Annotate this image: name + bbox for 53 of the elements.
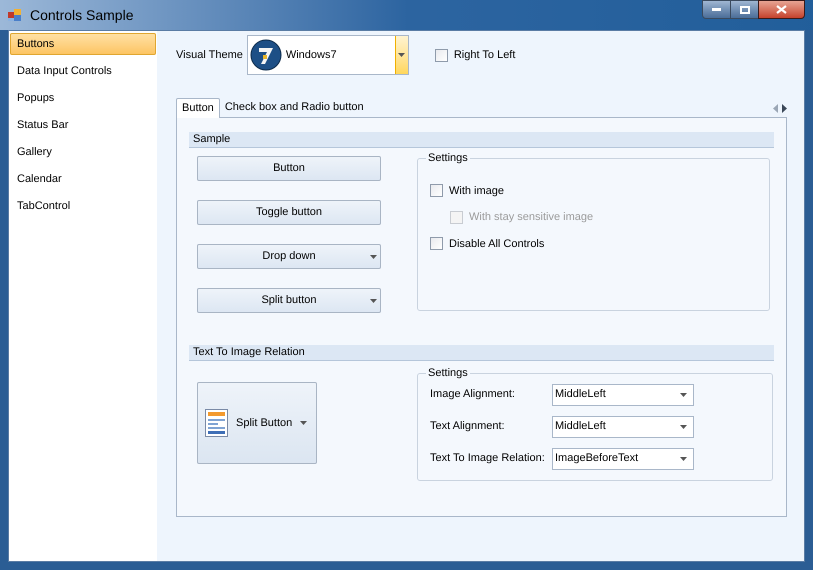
checkbox[interactable] — [430, 237, 443, 250]
dropdown-arrow-button[interactable] — [394, 36, 408, 74]
field-label: Image Alignment: — [430, 387, 516, 402]
sidebar-item[interactable]: Buttons — [10, 33, 156, 55]
field-label: Text To Image Relation: — [430, 451, 546, 466]
window-title: Controls Sample — [30, 6, 134, 25]
checkbox-label: With image — [449, 184, 504, 198]
caret-icon — [680, 424, 687, 428]
sidebar-item[interactable]: Status Bar — [10, 114, 156, 136]
app-icon — [8, 8, 22, 22]
scroll-right-icon[interactable] — [782, 104, 787, 113]
sample-button[interactable]: Toggle button — [197, 200, 381, 225]
checkbox-label: Disable All Controls — [449, 236, 544, 252]
logo-icon — [250, 39, 282, 71]
dropdown-field[interactable]: ImageBeforeText — [552, 448, 694, 470]
sidebar-item[interactable]: Popups — [10, 87, 156, 109]
maximize-button[interactable] — [731, 0, 758, 19]
sidebar-item[interactable]: TabControl — [10, 195, 156, 217]
checkbox-label: Right To Left — [454, 48, 516, 63]
sample-button[interactable]: Button — [197, 156, 381, 181]
theme-dropdown[interactable]: Windows7 — [246, 35, 409, 75]
caret-icon — [300, 421, 308, 425]
checkbox-label: With stay sensitive image — [469, 210, 594, 225]
checkbox[interactable] — [430, 184, 443, 198]
split-button-preview[interactable]: Split Button — [197, 382, 317, 464]
section-header: Sample — [189, 132, 774, 148]
close-button[interactable] — [758, 0, 805, 19]
caret-icon — [680, 456, 687, 460]
caret-icon — [680, 392, 687, 396]
minimize-icon — [712, 8, 721, 11]
group-title: Settings — [427, 151, 469, 166]
minimize-button[interactable] — [702, 0, 731, 19]
sidebar-item[interactable]: Data Input Controls — [10, 60, 156, 82]
tab[interactable]: Button — [176, 98, 220, 118]
caret-icon — [370, 255, 377, 259]
section-header: Text To Image Relation — [189, 345, 774, 361]
caret-icon — [398, 53, 406, 57]
theme-value: Windows7 — [286, 48, 337, 63]
sample-button[interactable]: Drop down — [197, 244, 381, 269]
checkbox[interactable] — [434, 48, 448, 62]
sidebar-item[interactable]: Gallery — [10, 141, 156, 163]
caret-icon — [370, 299, 377, 303]
dropdown-field[interactable]: MiddleLeft — [552, 416, 694, 438]
sidebar-item[interactable]: Calendar — [10, 168, 156, 190]
visual-theme-label: Visual Theme — [176, 48, 243, 63]
document-icon — [205, 409, 228, 437]
close-icon — [776, 5, 787, 14]
sample-button[interactable]: Split button — [197, 288, 381, 313]
maximize-icon — [740, 6, 750, 14]
dropdown-field[interactable]: MiddleLeft — [552, 384, 694, 406]
tab[interactable]: Check box and Radio button — [220, 97, 369, 117]
group-title: Settings — [427, 366, 469, 381]
field-label: Text Alignment: — [430, 419, 506, 434]
